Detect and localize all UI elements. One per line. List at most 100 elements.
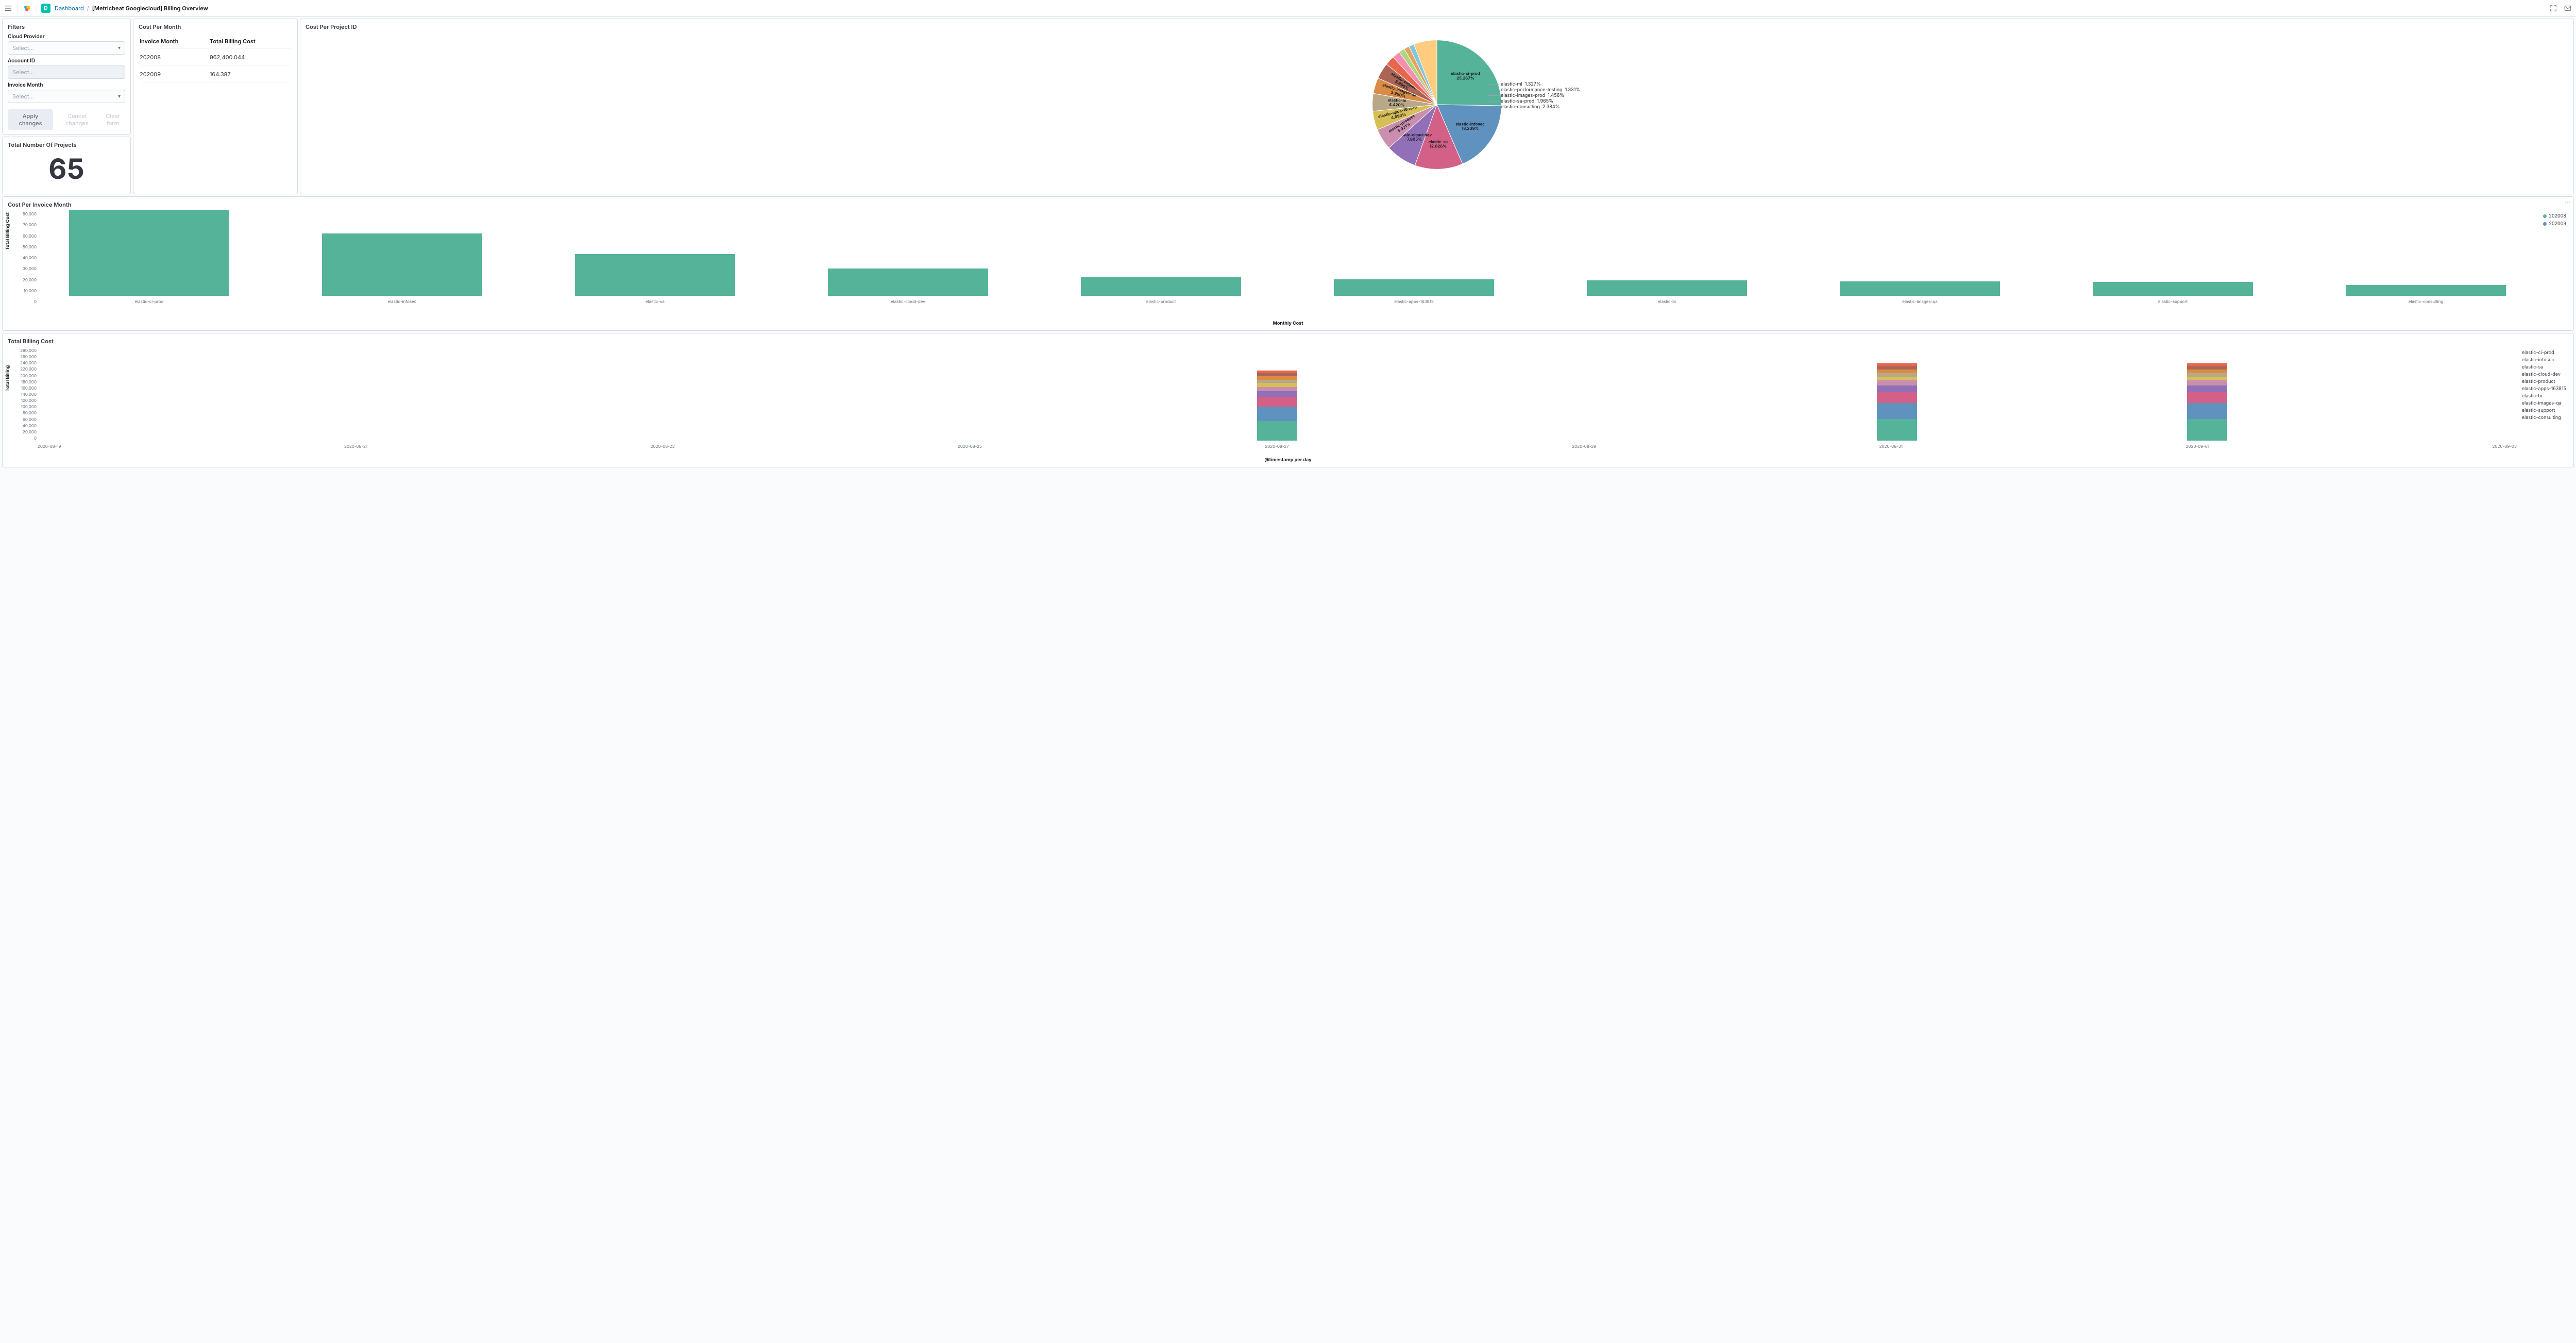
bar <box>2346 285 2506 296</box>
chevron-down-icon: ▾ <box>118 45 121 51</box>
bar <box>1081 277 1242 296</box>
page: Filters Cloud Provider Select... ▾ Accou… <box>0 16 2576 469</box>
menu-icon[interactable] <box>3 3 13 13</box>
stack-segment <box>1257 376 1297 380</box>
col-total-cost[interactable]: Total Billing Cost <box>210 35 291 48</box>
cost-per-project-title: Cost Per Project ID <box>306 23 2568 30</box>
cost-per-invoice-month-title: Cost Per Invoice Month <box>8 201 2568 208</box>
breadcrumb-current: [Metricbeat Googlecloud] Billing Overvie… <box>92 5 208 12</box>
legend-item[interactable]: elastic-sa <box>2522 364 2566 370</box>
bar-column[interactable]: elastic-apps-163815 <box>1302 279 1526 304</box>
stack-xaxis: 2020-08-192020-08-212020-08-232020-08-25… <box>38 444 2517 449</box>
bar-column[interactable]: elastic-images-qa <box>1808 281 2031 304</box>
stack-segment <box>2187 385 2227 392</box>
cost-per-month-title: Cost Per Month <box>139 23 292 30</box>
stacked-chart[interactable]: Total Billing 280,000260,000240,000220,0… <box>8 348 2568 456</box>
bar <box>828 268 989 296</box>
bar-x-label: elastic-support <box>2158 299 2188 304</box>
bar-column[interactable]: elastic-bi <box>1555 280 1778 304</box>
projects-count-value: 65 <box>8 152 125 190</box>
breadcrumb-link[interactable]: Dashboard <box>55 5 84 12</box>
legend-item[interactable]: elastic-bi <box>2522 393 2566 399</box>
legend-item[interactable]: elastic-ci-prod <box>2522 350 2566 356</box>
stack-segment <box>1877 403 1917 419</box>
bar-x-label: elastic-ci-prod <box>135 299 164 304</box>
stack-x-tick: 2020-08-23 <box>651 444 675 449</box>
stack-segment <box>2187 366 2227 370</box>
legend-item[interactable]: elastic-infosec <box>2522 357 2566 363</box>
bar-column[interactable]: elastic-product <box>1049 277 1273 304</box>
stack-ylabel: Total Billing <box>5 365 11 392</box>
pie-slice-pct: 18.239% <box>1462 126 1479 131</box>
space-badge[interactable]: D <box>41 4 50 13</box>
cancel-changes-button[interactable]: Cancel changes <box>58 112 95 127</box>
bar <box>69 210 230 296</box>
topbar: D Dashboard / [Metricbeat Googlecloud] B… <box>0 0 2576 16</box>
cloud-provider-label: Cloud Provider <box>8 33 125 40</box>
legend-item[interactable]: 202009 <box>2543 221 2566 227</box>
table-row: 202009164.387 <box>140 66 291 82</box>
bar-x-label: elastic-consulting <box>2409 299 2443 304</box>
col-invoice-month[interactable]: Invoice Month <box>140 35 209 48</box>
stack-segment <box>1257 397 1297 407</box>
breadcrumb: Dashboard / [Metricbeat Googlecloud] Bil… <box>55 5 208 12</box>
legend-item[interactable]: elastic-cloud-dev <box>2522 372 2566 377</box>
table-row: 202008962,400.044 <box>140 49 291 65</box>
mail-icon[interactable] <box>2563 3 2573 13</box>
total-billing-title: Total Billing Cost <box>8 338 2568 345</box>
cloud-provider-select[interactable]: Select... ▾ <box>8 41 125 55</box>
elastic-logo-icon[interactable] <box>22 3 32 13</box>
clear-form-button[interactable]: Clear form <box>100 112 125 127</box>
invoice-month-select[interactable]: Select... ▾ <box>8 90 125 103</box>
cell-month: 202009 <box>140 66 209 82</box>
fullscreen-icon[interactable] <box>2548 3 2558 13</box>
bar <box>575 254 736 296</box>
bar-xtitle: Monthly Cost <box>8 321 2568 326</box>
stack-segment <box>1877 385 1917 392</box>
bar-column[interactable]: elastic-sa <box>544 254 767 304</box>
legend-item[interactable]: elastic-apps-163815 <box>2522 386 2566 392</box>
pie-leader-label: elastic-ml 1.327% <box>1488 81 1541 87</box>
stack-segment <box>2187 377 2227 380</box>
stack-segment <box>2187 403 2227 419</box>
stacked-bar[interactable] <box>1257 371 1297 441</box>
bar-x-label: elastic-product <box>1146 299 1176 304</box>
bar <box>1334 279 1495 296</box>
panel-menu-icon[interactable]: ⋯ <box>2565 198 2571 206</box>
bar-x-label: elastic-sa <box>646 299 665 304</box>
stack-segment <box>2187 380 2227 385</box>
stack-x-tick: 2020-09-03 <box>2493 444 2517 449</box>
pie-chart[interactable]: elastic-ci-prod25.267%elastic-infosec18.… <box>306 33 2568 175</box>
bar-x-label: elastic-cloud-dev <box>891 299 925 304</box>
cell-month: 202008 <box>140 49 209 65</box>
stack-segment <box>1877 366 1917 370</box>
bar-column[interactable]: elastic-cloud-dev <box>796 268 1020 304</box>
bar-chart[interactable]: Total Billing Cost 80,00070,00060,00050,… <box>8 211 2568 320</box>
invoice-month-label: Invoice Month <box>8 82 125 88</box>
cost-per-month-panel: Cost Per Month Invoice Month Total Billi… <box>133 19 298 194</box>
bar <box>322 233 483 296</box>
stacked-bar[interactable] <box>2187 363 2227 441</box>
bar-column[interactable]: elastic-support <box>2061 282 2284 304</box>
pie-leader-label: elastic-consulting 2.384% <box>1488 104 1560 110</box>
account-id-label: Account ID <box>8 58 125 64</box>
stack-x-tick: 2020-09-01 <box>2186 444 2210 449</box>
bar <box>1840 281 2001 296</box>
legend-item[interactable]: elastic-images-qa <box>2522 400 2566 406</box>
pie-leader-label: elastic-images-prod 1.456% <box>1488 93 1564 98</box>
cost-per-project-panel: Cost Per Project ID elastic-ci-prod25.26… <box>300 19 2574 194</box>
legend-item[interactable]: elastic-product <box>2522 379 2566 384</box>
legend-item[interactable]: elastic-consulting <box>2522 415 2566 421</box>
bar-legend: 202008 202009 <box>2543 213 2566 227</box>
account-id-select[interactable]: Select... <box>8 65 125 79</box>
pie-slice-pct: 7.805% <box>1407 137 1422 142</box>
bar-column[interactable]: elastic-consulting <box>2314 285 2537 304</box>
legend-item[interactable]: elastic-support <box>2522 408 2566 413</box>
legend-item[interactable]: 202008 <box>2543 213 2566 219</box>
stacked-bar[interactable] <box>1877 363 1917 441</box>
bar-column[interactable]: elastic-ci-prod <box>38 210 261 304</box>
apply-changes-button[interactable]: Apply changes <box>8 109 53 130</box>
bar-column[interactable]: elastic-infosec <box>291 233 514 304</box>
stack-segment <box>2187 392 2227 403</box>
stack-segment <box>2187 370 2227 373</box>
